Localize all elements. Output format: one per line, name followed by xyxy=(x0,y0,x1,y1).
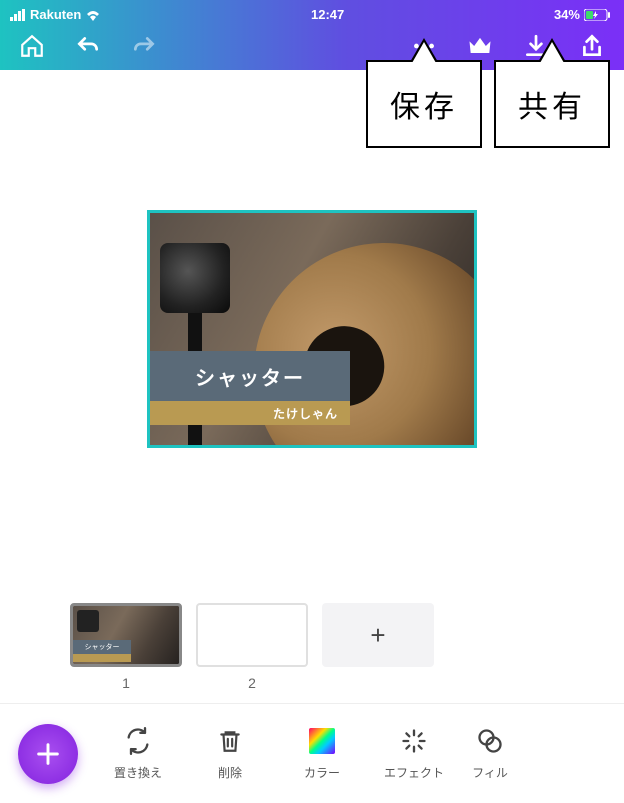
signal-icon xyxy=(10,9,26,21)
tool-filter[interactable]: フィル xyxy=(462,726,518,781)
clock-label: 12:47 xyxy=(311,7,344,22)
callout-save: 保存 xyxy=(366,60,482,148)
status-bar: Rakuten 12:47 34% xyxy=(0,0,624,22)
plus-icon: + xyxy=(370,620,385,651)
wifi-icon xyxy=(85,9,101,21)
canvas-subtitle-band[interactable]: たけしゃん xyxy=(150,401,350,425)
color-icon xyxy=(307,726,337,756)
page-thumb-1[interactable]: シャッター xyxy=(70,603,182,667)
premium-crown-button[interactable] xyxy=(466,32,494,60)
canvas-title-text: シャッター xyxy=(195,362,305,391)
add-element-fab[interactable] xyxy=(18,724,78,784)
undo-button[interactable] xyxy=(74,32,102,60)
canvas-subtitle-text: たけしゃん xyxy=(273,405,338,422)
tool-replace[interactable]: 置き換え xyxy=(94,726,182,781)
tool-color-label: カラー xyxy=(304,764,340,781)
page-label-1: 1 xyxy=(122,675,130,691)
tool-filter-label: フィル xyxy=(472,764,508,781)
tool-effect[interactable]: エフェクト xyxy=(370,726,458,781)
tool-replace-label: 置き換え xyxy=(114,764,162,781)
carrier-label: Rakuten xyxy=(30,7,81,22)
page-thumb-2[interactable] xyxy=(196,603,308,667)
tool-delete-label: 削除 xyxy=(218,764,242,781)
home-button[interactable] xyxy=(18,32,46,60)
battery-label: 34% xyxy=(554,7,580,22)
add-page-button[interactable]: + xyxy=(322,603,434,667)
page-thumbnails: シャッター 1 2 + xyxy=(0,603,624,691)
effect-icon xyxy=(399,726,429,756)
design-canvas[interactable]: シャッター たけしゃん xyxy=(147,210,477,448)
trash-icon xyxy=(215,726,245,756)
redo-button[interactable] xyxy=(130,32,158,60)
canvas-title-band[interactable]: シャッター xyxy=(150,351,350,401)
battery-icon xyxy=(584,9,610,21)
tool-effect-label: エフェクト xyxy=(384,764,444,781)
tool-delete[interactable]: 削除 xyxy=(186,726,274,781)
filter-icon xyxy=(475,726,505,756)
callout-share: 共有 xyxy=(494,60,610,148)
tool-color[interactable]: カラー xyxy=(278,726,366,781)
replace-icon xyxy=(123,726,153,756)
share-button[interactable] xyxy=(578,32,606,60)
page-label-2: 2 xyxy=(248,675,256,691)
